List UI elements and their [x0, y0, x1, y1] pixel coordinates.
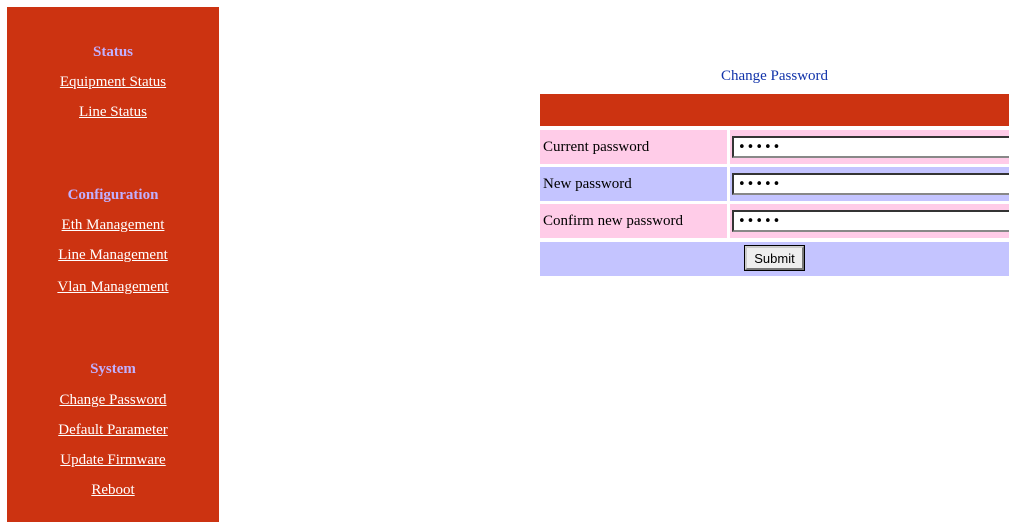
confirm-password-input[interactable] [732, 210, 1009, 232]
current-password-input[interactable] [732, 136, 1009, 158]
nav-link-line-status[interactable]: Line Status [7, 104, 219, 121]
nav-link-line-management[interactable]: Line Management [7, 247, 219, 264]
current-password-label: Current password [540, 130, 727, 164]
current-password-cell [730, 130, 1009, 164]
nav-link-default-parameter[interactable]: Default Parameter [7, 422, 219, 439]
form-row-new-password: New password [540, 167, 1009, 201]
nav-link-equipment-status[interactable]: Equipment Status [7, 74, 219, 91]
section-title-system: System [90, 361, 136, 377]
nav-link-update-firmware[interactable]: Update Firmware [7, 452, 219, 469]
form-row-confirm-password: Confirm new password [540, 204, 1009, 238]
new-password-label: New password [540, 167, 727, 201]
confirm-password-label: Confirm new password [540, 204, 727, 238]
submit-button[interactable]: Submit [745, 246, 804, 270]
form-submit-row: Submit [540, 242, 1009, 276]
new-password-input[interactable] [732, 173, 1009, 195]
confirm-password-cell [730, 204, 1009, 238]
page-title: Change Password [720, 68, 829, 84]
section-title-configuration: Configuration [67, 187, 159, 203]
section-title-status: Status [92, 44, 133, 60]
new-password-cell [730, 167, 1009, 201]
form-header-bar [540, 94, 1009, 126]
form-row-current-password: Current password [540, 130, 1009, 164]
sidebar-nav: Status Equipment Status Line Status Conf… [7, 7, 219, 522]
nav-link-change-password[interactable]: Change Password [7, 392, 219, 409]
nav-link-vlan-management[interactable]: Vlan Management [7, 279, 219, 296]
nav-link-eth-management[interactable]: Eth Management [7, 217, 219, 234]
nav-link-reboot[interactable]: Reboot [7, 482, 219, 499]
